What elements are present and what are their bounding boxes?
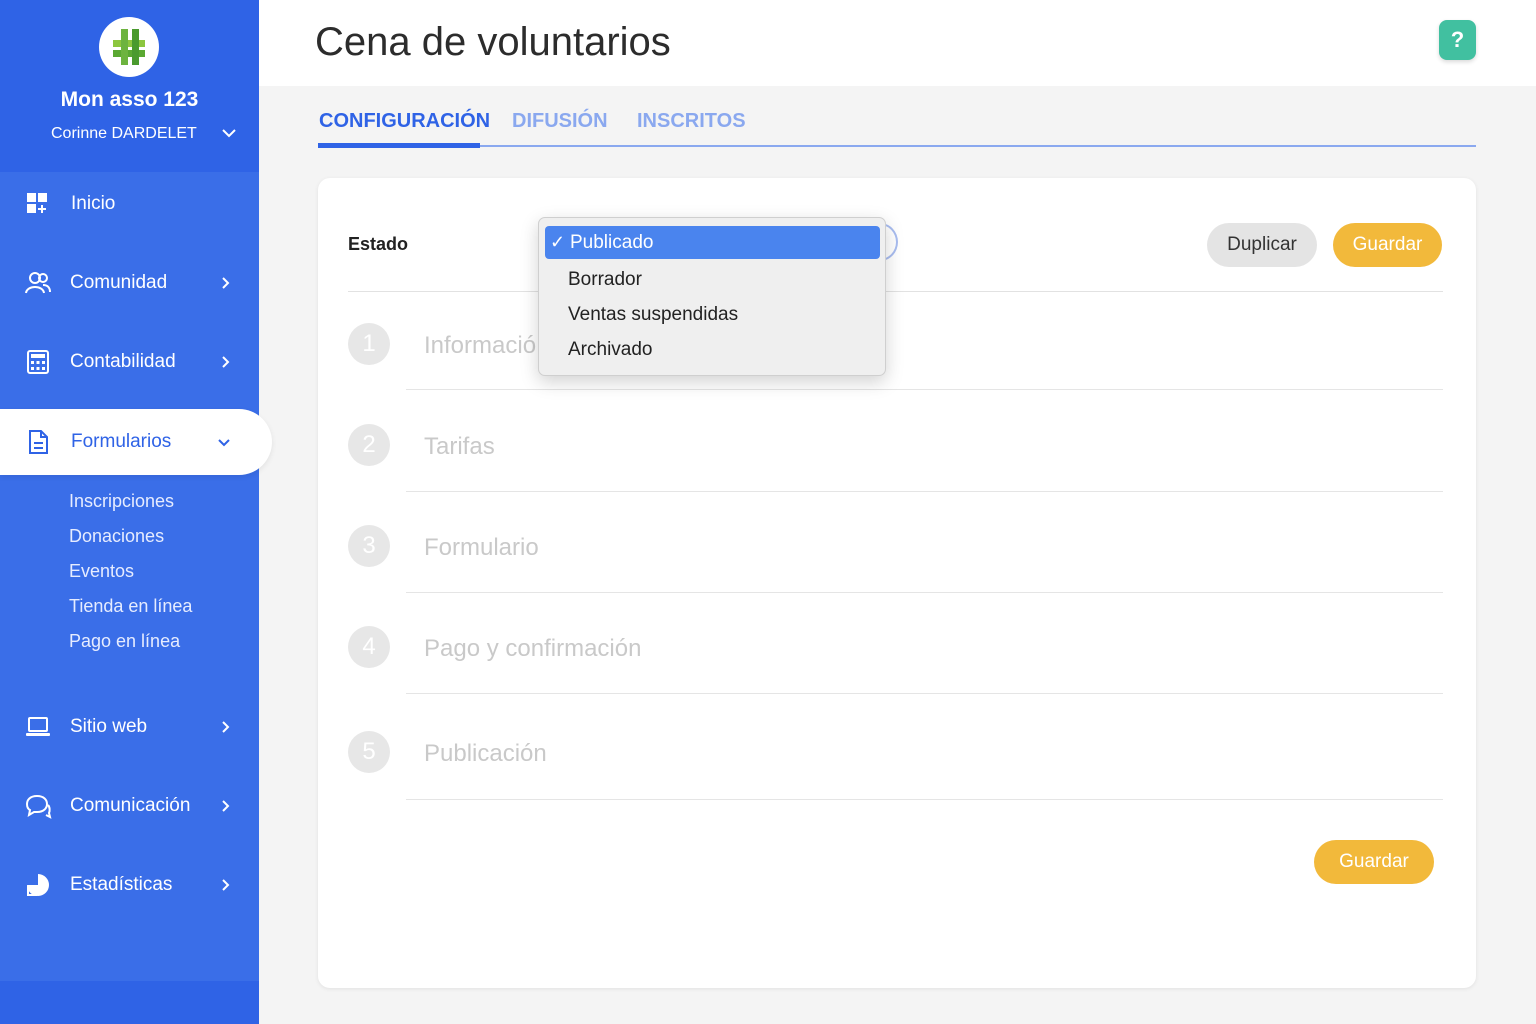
org-name: Mon asso 123 xyxy=(60,88,199,111)
sidebar-header: Mon asso 123 Corinne DARDELET xyxy=(0,0,259,172)
chevron-right-icon xyxy=(222,277,230,289)
step-label[interactable]: Publicación xyxy=(424,740,547,768)
sidebar-item-label: Contabilidad xyxy=(70,351,176,372)
subnav-tienda[interactable]: Tienda en línea xyxy=(69,596,192,617)
chevron-right-icon xyxy=(222,879,230,891)
save-button-bottom[interactable]: Guardar xyxy=(1314,840,1434,884)
sidebar-item-contabilidad[interactable]: Contabilidad xyxy=(0,334,259,390)
step-number: 2 xyxy=(348,424,390,466)
subnav-pago[interactable]: Pago en línea xyxy=(69,631,180,652)
duplicate-button[interactable]: Duplicar xyxy=(1207,223,1317,267)
dropdown-option-label: Ventas suspendidas xyxy=(568,304,739,325)
chevron-right-icon xyxy=(222,356,230,368)
checkmark-icon: ✓ xyxy=(550,232,566,252)
step-divider xyxy=(406,389,1443,390)
calculator-icon xyxy=(27,350,49,374)
step-label[interactable]: Pago y confirmación xyxy=(424,635,641,663)
document-icon xyxy=(29,430,48,454)
subnav-inscripciones[interactable]: Inscripciones xyxy=(69,491,174,512)
dashboard-icon xyxy=(27,193,47,213)
help-button[interactable]: ? xyxy=(1439,20,1476,60)
org-logo[interactable] xyxy=(99,17,159,77)
sidebar-item-label: Comunicación xyxy=(70,795,191,816)
step-divider xyxy=(406,491,1443,492)
sidebar-item-formularios[interactable]: Formularios xyxy=(0,409,272,475)
step-number: 5 xyxy=(348,731,390,773)
dropdown-option-label: Publicado xyxy=(570,231,654,253)
subnav-eventos[interactable]: Eventos xyxy=(69,561,134,582)
subnav-donaciones[interactable]: Donaciones xyxy=(69,526,164,547)
sidebar-item-comunicacion[interactable]: Comunicación xyxy=(0,778,259,834)
dropdown-option-label: Borrador xyxy=(568,269,642,290)
chevron-down-icon[interactable] xyxy=(221,126,237,140)
dropdown-option-selected[interactable]: ✓ Publicado xyxy=(545,226,880,259)
estado-label: Estado xyxy=(348,234,409,254)
step-label[interactable]: Informació xyxy=(424,332,536,360)
sidebar-item-inicio[interactable]: Inicio xyxy=(0,176,259,232)
form-card xyxy=(318,178,1476,988)
sidebar-item-label: Inicio xyxy=(71,193,116,214)
user-name[interactable]: Corinne DARDELET xyxy=(51,125,197,143)
users-icon xyxy=(25,272,51,294)
divider xyxy=(348,291,1443,292)
sidebar-item-label: Formularios xyxy=(71,431,172,452)
page-title: Cena de voluntarios xyxy=(315,20,671,64)
chat-icon xyxy=(25,794,52,819)
pie-chart-icon xyxy=(27,874,49,896)
step-divider xyxy=(406,799,1443,800)
step-divider xyxy=(406,693,1443,694)
step-divider xyxy=(406,592,1443,593)
step-number: 3 xyxy=(348,525,390,567)
sidebar-item-label: Estadísticas xyxy=(70,874,173,895)
sidebar-footer xyxy=(0,981,259,1024)
sidebar-item-label: Comunidad xyxy=(70,272,168,293)
step-number: 1 xyxy=(348,323,390,365)
sidebar: Mon asso 123 Corinne DARDELET Inicio Com… xyxy=(0,0,272,1024)
tab-difusion[interactable]: DIFUSIÓN xyxy=(512,110,608,133)
tab-configuracion[interactable]: CONFIGURACIÓN xyxy=(319,110,490,133)
step-number: 4 xyxy=(348,626,390,668)
chevron-down-icon xyxy=(218,439,230,447)
dropdown-option-label: Archivado xyxy=(568,339,653,360)
step-label[interactable]: Tarifas xyxy=(424,433,495,461)
status-dropdown-menu: ✓ Publicado Borrador Ventas suspendidas … xyxy=(538,217,886,376)
laptop-icon xyxy=(26,717,50,736)
sidebar-item-sitio-web[interactable]: Sitio web xyxy=(0,699,259,755)
chevron-right-icon xyxy=(222,721,230,733)
save-button-top[interactable]: Guardar xyxy=(1333,223,1442,267)
sidebar-item-comunidad[interactable]: Comunidad xyxy=(0,255,259,311)
step-label[interactable]: Formulario xyxy=(424,534,539,562)
tab-inscritos[interactable]: INSCRITOS xyxy=(637,110,746,133)
tabs-baseline xyxy=(318,145,1476,147)
chevron-right-icon xyxy=(222,800,230,812)
sidebar-item-label: Sitio web xyxy=(70,716,148,737)
active-tab-indicator xyxy=(318,143,480,148)
sidebar-item-estadisticas[interactable]: Estadísticas xyxy=(0,857,259,913)
